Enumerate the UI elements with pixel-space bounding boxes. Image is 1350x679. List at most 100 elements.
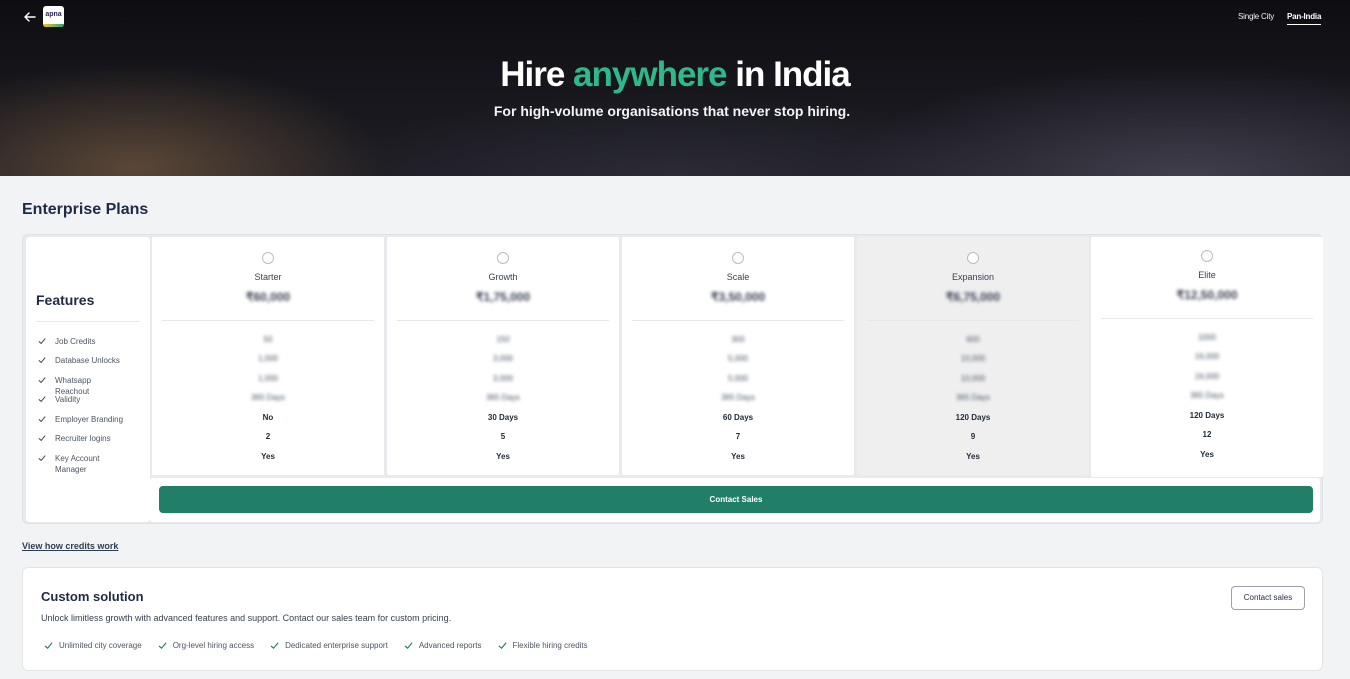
- hero-title: Hire anywhere in India: [500, 55, 851, 94]
- features-column: Features Job Credits Database Unlocks Wh…: [26, 237, 150, 522]
- job-credits-value: 300: [731, 335, 745, 344]
- branding-value: 120 Days: [1189, 411, 1225, 420]
- job-credits-value: 50: [263, 335, 273, 344]
- check-icon: [38, 455, 46, 462]
- custom-solution-title: Custom solution: [41, 589, 144, 604]
- check-icon: [38, 357, 46, 364]
- plan-name: Expansion: [951, 272, 995, 282]
- plan-name: Growth: [488, 272, 518, 282]
- check-icon: [498, 642, 507, 650]
- logins-value: 7: [735, 432, 741, 441]
- hero-banner: apna Single City Pan-India Hire anywhere…: [0, 0, 1350, 176]
- db-unlocks-value: 10,000: [960, 354, 986, 363]
- custom-solution-card: Custom solution Unlock limitless growth …: [22, 567, 1323, 671]
- plan-radio[interactable]: [497, 252, 509, 264]
- feature-item: Recruiter logins: [38, 433, 125, 444]
- plan-price: ₹1,75,000: [475, 290, 531, 304]
- kam-value: Yes: [1200, 450, 1214, 459]
- feature-item: Database Unlocks: [38, 355, 125, 366]
- divider: [36, 321, 140, 322]
- arrow-left-icon[interactable]: [22, 9, 38, 25]
- hero-subtitle: For high-volume organisations that never…: [493, 103, 851, 119]
- check-icon: [270, 642, 279, 650]
- contact-sales-bar: Contact Sales: [150, 478, 1320, 522]
- plan-price: ₹12,50,000: [1176, 288, 1238, 302]
- plan-name: Scale: [726, 272, 750, 282]
- db-unlocks-value: 16,000: [1194, 352, 1220, 361]
- check-icon: [38, 377, 46, 384]
- plan-radio[interactable]: [967, 252, 979, 264]
- feature-item: Job Credits: [38, 336, 125, 347]
- check-icon: [38, 338, 46, 345]
- feature-item: Validity: [38, 394, 125, 405]
- section-title: Enterprise Plans: [22, 201, 149, 218]
- custom-feature: Advanced reports: [404, 641, 482, 650]
- logins-value: 5: [500, 432, 506, 441]
- plan-growth[interactable]: Growth ₹1,75,000 150 3,000 3,000 365 Day…: [387, 237, 619, 475]
- custom-features-list: Unlimited city coverage Org-level hiring…: [44, 641, 604, 650]
- job-credits-value: 1000: [1198, 333, 1216, 342]
- plan-radio[interactable]: [1201, 250, 1213, 262]
- plan-expansion[interactable]: Expansion ₹6,75,000 600 10,000 10,000 36…: [857, 237, 1089, 475]
- kam-value: Yes: [966, 452, 980, 461]
- divider: [397, 320, 609, 321]
- plan-scale[interactable]: Scale ₹3,50,000 300 5,000 5,000 365 Days…: [622, 237, 854, 475]
- whatsapp-value: 3,000: [492, 374, 514, 383]
- validity-value: 365 Days: [1190, 391, 1224, 400]
- plan-starter[interactable]: Starter ₹60,000 50 1,000 1,000 365 Days …: [152, 237, 384, 475]
- kam-value: Yes: [261, 452, 275, 461]
- plan-name: Starter: [254, 272, 282, 282]
- branding-value: 120 Days: [955, 413, 991, 422]
- contact-sales-button[interactable]: Contact Sales: [159, 486, 1313, 513]
- whatsapp-value: 16,000: [1194, 372, 1220, 381]
- plan-price: ₹60,000: [245, 290, 291, 304]
- branding-value: 30 Days: [487, 413, 519, 422]
- validity-value: 365 Days: [721, 393, 755, 402]
- logins-value: 2: [265, 432, 271, 441]
- custom-solution-description: Unlock limitless growth with advanced fe…: [41, 613, 452, 623]
- contact-sales-secondary-button[interactable]: Contact sales: [1231, 586, 1305, 610]
- custom-feature: Dedicated enterprise support: [270, 641, 388, 650]
- validity-value: 365 Days: [486, 393, 520, 402]
- kam-value: Yes: [731, 452, 745, 461]
- plan-price: ₹3,50,000: [710, 290, 766, 304]
- features-heading: Features: [36, 292, 95, 308]
- check-icon: [38, 416, 46, 423]
- feature-item: Employer Branding: [38, 414, 125, 425]
- divider: [632, 320, 844, 321]
- branding-value: No: [262, 413, 274, 422]
- plan-price: ₹6,75,000: [945, 290, 1001, 304]
- job-credits-value: 600: [966, 335, 980, 344]
- validity-value: 365 Days: [956, 393, 990, 402]
- custom-feature: Org-level hiring access: [158, 641, 254, 650]
- whatsapp-value: 5,000: [727, 374, 749, 383]
- check-icon: [404, 642, 413, 650]
- divider: [162, 320, 374, 321]
- apna-logo[interactable]: apna: [43, 6, 64, 27]
- toggle-pan-india[interactable]: Pan-India: [1287, 12, 1321, 25]
- check-icon: [38, 396, 46, 403]
- check-icon: [158, 642, 167, 650]
- whatsapp-value: 1,000: [257, 374, 279, 383]
- kam-value: Yes: [496, 452, 510, 461]
- validity-value: 365 Days: [251, 393, 285, 402]
- view-credits-link[interactable]: View how credits work: [22, 541, 118, 551]
- job-credits-value: 150: [496, 335, 510, 344]
- plan-name: Elite: [1198, 270, 1216, 280]
- plan-radio[interactable]: [262, 252, 274, 264]
- custom-feature: Unlimited city coverage: [44, 641, 142, 650]
- plans-table: Features Job Credits Database Unlocks Wh…: [22, 234, 1323, 524]
- toggle-single-city[interactable]: Single City: [1238, 12, 1274, 21]
- check-icon: [44, 642, 53, 650]
- db-unlocks-value: 1,000: [257, 354, 279, 363]
- plan-radio[interactable]: [732, 252, 744, 264]
- whatsapp-value: 10,000: [960, 374, 986, 383]
- logins-value: 12: [1202, 430, 1212, 439]
- db-unlocks-value: 5,000: [727, 354, 749, 363]
- divider: [867, 320, 1079, 321]
- divider: [1101, 318, 1313, 319]
- logins-value: 9: [970, 432, 976, 441]
- custom-feature: Flexible hiring credits: [498, 641, 588, 650]
- plan-elite[interactable]: Elite ₹12,50,000 1000 16,000 16,000 365 …: [1091, 237, 1323, 477]
- feature-item: Key Account Manager: [38, 453, 125, 475]
